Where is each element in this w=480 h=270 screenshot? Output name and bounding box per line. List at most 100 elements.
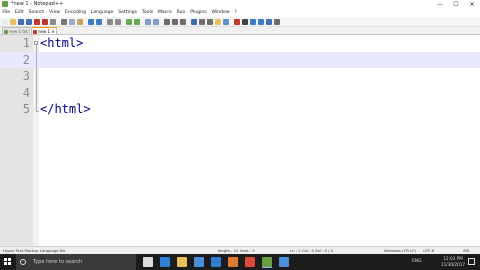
menu-item-language[interactable]: Language (88, 9, 115, 17)
close-window-button[interactable]: ✕ (464, 0, 480, 9)
run-macro-icon[interactable] (258, 18, 264, 25)
title-bar: *new 1 - Notepad++ — ☐ ✕ (0, 0, 480, 9)
tab-label: new 1 ✕ (38, 29, 55, 34)
find-icon[interactable] (107, 18, 113, 25)
menu-item-help[interactable]: ? (232, 9, 239, 17)
photos-icon[interactable] (279, 257, 289, 267)
cursor-position: Ln : 2 Col : 5 Sel : 0 | 0 (290, 248, 334, 253)
code-text[interactable]: </html> (40, 101, 91, 118)
line-number: 2 (22, 52, 30, 67)
menu-item-settings[interactable]: Settings (116, 9, 140, 17)
redo-icon[interactable] (96, 18, 102, 25)
editor-area[interactable]: 1 <html> 2 3 4 5 </html> (0, 35, 480, 246)
doc-type: Hyper Text Markup Language file (3, 248, 66, 253)
sync-h-icon[interactable] (153, 18, 159, 25)
edge-icon[interactable] (160, 257, 170, 267)
window-title: *new 1 - Notepad++ (11, 1, 64, 7)
close-all-icon[interactable] (42, 18, 48, 25)
replace-icon[interactable] (115, 18, 121, 25)
zoom-out-icon[interactable] (134, 18, 140, 25)
menu-item-tools[interactable]: Tools (139, 9, 155, 17)
eol-format[interactable]: Windows (CR LF) (384, 247, 416, 254)
function-list-icon[interactable] (207, 18, 213, 25)
play-macro-icon[interactable] (250, 18, 256, 25)
mail-icon[interactable] (211, 257, 221, 267)
fold-end-marker (36, 111, 39, 112)
sync-v-icon[interactable] (145, 18, 151, 25)
folder-workspace-icon[interactable] (215, 18, 221, 25)
windows-taskbar: Type here to search ENG 12:03 PM 11/30/2… (0, 254, 480, 270)
encoding[interactable]: UTF-8 (423, 247, 434, 254)
tab-bar: new 1.txt new 1 ✕ (0, 27, 480, 35)
unsaved-disk-icon (33, 29, 37, 34)
saved-disk-icon (4, 29, 8, 34)
explorer-icon[interactable] (177, 257, 187, 267)
show-all-icon[interactable] (172, 18, 178, 25)
zoom-in-icon[interactable] (126, 18, 132, 25)
menu-item-plugins[interactable]: Plugins (188, 9, 209, 17)
word-wrap-icon[interactable] (164, 18, 170, 25)
editor-line[interactable]: 5 </html> (0, 101, 480, 118)
chrome-icon[interactable] (245, 257, 255, 267)
window-controls: — ☐ ✕ (432, 0, 480, 9)
copy-icon[interactable] (69, 18, 75, 25)
editor-line[interactable]: 2 (0, 51, 480, 68)
status-bar: Hyper Text Markup Language file length :… (0, 246, 480, 254)
menu-item-view[interactable]: View (47, 9, 63, 17)
indent-guide-icon[interactable] (180, 18, 186, 25)
task-view-icon[interactable] (143, 257, 153, 267)
search-icon (20, 259, 26, 265)
notepadpp-app-icon (2, 1, 8, 7)
maximize-button[interactable]: ☐ (448, 0, 464, 9)
menu-bar: File Edit Search View Encoding Language Settin… (0, 9, 480, 17)
save-icon[interactable] (18, 18, 24, 25)
windows-logo-icon (4, 262, 7, 265)
editor-line[interactable]: 4 (0, 85, 480, 102)
menu-item-file[interactable]: File (0, 9, 12, 17)
system-clock[interactable]: 12:03 PM 11/30/2017 (440, 256, 466, 268)
tab-label: new 1.txt (9, 29, 28, 34)
new-file-icon[interactable] (2, 18, 8, 25)
monitor-icon[interactable] (223, 18, 229, 25)
line-number: 3 (22, 69, 30, 83)
stop-macro-icon[interactable] (242, 18, 248, 25)
firefox-icon[interactable] (228, 257, 238, 267)
tab-new-1-txt[interactable]: new 1.txt (2, 27, 30, 34)
line-number: 4 (22, 85, 30, 100)
insert-mode: INS (463, 248, 470, 253)
menu-item-macro[interactable]: Macro (156, 9, 175, 17)
editor-line[interactable]: 1 <html> (0, 35, 480, 52)
start-button[interactable] (0, 254, 16, 270)
language-indicator[interactable]: ENG (412, 254, 422, 270)
cut-icon[interactable] (61, 18, 67, 25)
menu-item-window[interactable]: Window (209, 9, 232, 17)
open-file-icon[interactable] (10, 18, 16, 25)
save-macro-icon[interactable] (266, 18, 272, 25)
doc-map-icon[interactable] (199, 18, 205, 25)
notepadpp-icon[interactable] (262, 257, 272, 268)
windows-logo-icon (4, 258, 7, 261)
toolbar (0, 17, 480, 27)
fold-guide-line (36, 45, 37, 111)
paste-icon[interactable] (77, 18, 83, 25)
line-number: 5 (22, 102, 30, 116)
menu-item-encoding[interactable]: Encoding (62, 9, 88, 17)
minimize-button[interactable]: — (432, 0, 448, 9)
close-icon[interactable] (34, 18, 40, 25)
menu-item-edit[interactable]: Edit (12, 9, 26, 17)
windows-logo-icon (8, 258, 11, 261)
taskbar-search-input[interactable]: Type here to search (16, 254, 136, 270)
code-text[interactable]: <html> (40, 35, 83, 52)
tab-new-1[interactable]: new 1 ✕ (31, 27, 57, 34)
record-macro-icon[interactable] (234, 18, 240, 25)
undo-icon[interactable] (88, 18, 94, 25)
editor-line[interactable]: 3 (0, 68, 480, 85)
store-icon[interactable] (194, 257, 204, 267)
menu-item-run[interactable]: Run (174, 9, 188, 17)
print-icon[interactable] (50, 18, 56, 25)
menu-item-search[interactable]: Search (26, 9, 47, 17)
action-center-icon[interactable] (468, 258, 475, 265)
spell-check-icon[interactable] (274, 18, 280, 25)
save-all-icon[interactable] (26, 18, 32, 25)
lang-icon[interactable] (191, 18, 197, 25)
